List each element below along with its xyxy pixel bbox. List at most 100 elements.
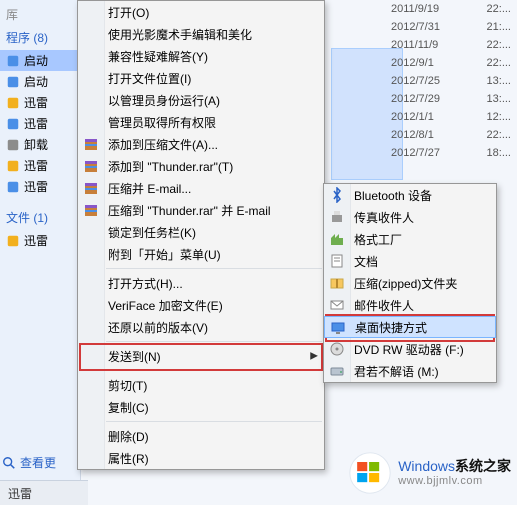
menu-item-label: 压缩(zipped)文件夹 — [354, 275, 457, 292]
fax-icon — [329, 209, 345, 225]
dvd-icon — [329, 341, 345, 357]
file-row[interactable]: 2012/7/2718:... — [391, 144, 511, 162]
menu-item-label: 打开文件位置(I) — [108, 70, 191, 87]
menu-item[interactable]: 附到「开始」菜单(U) — [78, 243, 324, 265]
file-row[interactable]: 2011/9/1922:... — [391, 0, 511, 18]
sendto-item[interactable]: 君若不解语 (M:) — [324, 360, 496, 382]
menu-item[interactable]: 以管理员身份运行(A) — [78, 89, 324, 111]
separator — [106, 341, 322, 342]
menu-item-label: 压缩并 E-mail... — [108, 180, 191, 197]
file-row[interactable]: 2012/9/122:... — [391, 54, 511, 72]
submenu-arrow-icon: ▶ — [310, 351, 318, 362]
docs-icon — [329, 253, 345, 269]
file-row[interactable]: 2012/7/3121:... — [391, 18, 511, 36]
file-row[interactable]: 2012/8/122:... — [391, 126, 511, 144]
zip-icon — [329, 275, 345, 291]
menu-item[interactable]: 属性(R) — [78, 447, 324, 469]
menu-item-label: 打开(O) — [108, 4, 149, 21]
file-row[interactable]: 2012/7/2513:... — [391, 72, 511, 90]
sendto-item[interactable]: 格式工厂 — [324, 228, 496, 250]
windows-logo-icon — [348, 451, 392, 495]
menu-item[interactable]: 压缩到 "Thunder.rar" 并 E-mail — [78, 199, 324, 221]
watermark: Windows系统之家 www.bjjmlv.com — [348, 451, 511, 495]
menu-item-label: VeriFace 加密文件(E) — [108, 297, 223, 314]
menu-item[interactable]: 打开方式(H)... — [78, 272, 324, 294]
watermark-title: Windows系统之家 — [398, 459, 511, 474]
menu-item[interactable]: 打开文件位置(I) — [78, 67, 324, 89]
see-more-results[interactable]: 查看更 — [2, 454, 56, 471]
menu-item[interactable]: 打开(O) — [78, 1, 324, 23]
menu-item-label: 使用光影魔术手编辑和美化 — [108, 26, 252, 43]
sidebar-item-program[interactable]: 迅雷 — [0, 92, 80, 113]
menu-item-label: 添加到 "Thunder.rar"(T) — [108, 158, 233, 175]
menu-item-label: Bluetooth 设备 — [354, 187, 432, 204]
sidebar-item-program[interactable]: 迅雷 — [0, 155, 80, 176]
program-icon — [6, 180, 20, 194]
menu-item-label: 打开方式(H)... — [108, 275, 183, 292]
bluetooth-icon — [329, 187, 345, 203]
menu-item[interactable]: 删除(D) — [78, 425, 324, 447]
menu-item[interactable]: 添加到压缩文件(A)... — [78, 133, 324, 155]
separator — [106, 421, 322, 422]
menu-item[interactable]: 添加到 "Thunder.rar"(T) — [78, 155, 324, 177]
menu-item-label: 复制(C) — [108, 399, 149, 416]
menu-item[interactable]: 兼容性疑难解答(Y) — [78, 45, 324, 67]
menu-item[interactable]: 锁定到任务栏(K) — [78, 221, 324, 243]
desktop-icon — [330, 320, 346, 336]
menu-item[interactable]: 使用光影魔术手编辑和美化 — [78, 23, 324, 45]
file-row[interactable]: 2012/7/2913:... — [391, 90, 511, 108]
menu-item-label: 压缩到 "Thunder.rar" 并 E-mail — [108, 202, 271, 219]
menu-item[interactable]: 压缩并 E-mail... — [78, 177, 324, 199]
sendto-item[interactable]: 桌面快捷方式 — [324, 316, 496, 338]
sidebar-item-program[interactable]: 迅雷 — [0, 176, 80, 197]
sidebar-item-program[interactable]: 启动 — [0, 71, 80, 92]
menu-item[interactable]: VeriFace 加密文件(E) — [78, 294, 324, 316]
mail-icon — [329, 297, 345, 313]
menu-item-label: 还原以前的版本(V) — [108, 319, 208, 336]
sidebar-item-program[interactable]: 迅雷 — [0, 113, 80, 134]
start-menu-results-pane: 厍 程序 (8) 启动启动迅雷迅雷卸载迅雷迅雷 文件 (1) 迅雷 查看更 迅雷 — [0, 0, 81, 505]
menu-item-label: 兼容性疑难解答(Y) — [108, 48, 208, 65]
context-menu: 打开(O) 使用光影魔术手编辑和美化兼容性疑难解答(Y) 打开文件位置(I) 以管理员… — [77, 0, 325, 470]
menu-item[interactable]: 还原以前的版本(V) — [78, 316, 324, 338]
menu-item[interactable]: 复制(C) — [78, 396, 324, 418]
menu-item-label: 文档 — [354, 253, 378, 270]
program-icon — [6, 138, 20, 152]
menu-item-label: 锁定到任务栏(K) — [108, 224, 196, 241]
menu-item-label: 剪切(T) — [108, 377, 147, 394]
menu-item-label: 附到「开始」菜单(U) — [108, 246, 221, 263]
menu-item-label: 传真收件人 — [354, 209, 414, 226]
sendto-item[interactable]: 文档 — [324, 250, 496, 272]
tab-placeholder: 厍 — [0, 4, 80, 25]
sidebar-item-file[interactable]: 迅雷 — [0, 230, 80, 251]
file-row[interactable]: 2011/11/922:... — [391, 36, 511, 54]
menu-item[interactable]: 管理员取得所有权限 — [78, 111, 324, 133]
sendto-item[interactable]: 压缩(zipped)文件夹 — [324, 272, 496, 294]
programs-header: 程序 (8) — [0, 25, 80, 50]
sidebar-item-program[interactable]: 卸载 — [0, 134, 80, 155]
menu-item-label: 管理员取得所有权限 — [108, 114, 216, 131]
sendto-submenu: Bluetooth 设备传真收件人格式工厂文档压缩(zipped)文件夹邮件收件… — [323, 183, 497, 383]
file-row[interactable]: 2012/1/112:... — [391, 108, 511, 126]
sendto-item[interactable]: Bluetooth 设备 — [324, 184, 496, 206]
menu-item-label: 君若不解语 (M:) — [354, 363, 439, 380]
separator — [106, 370, 322, 371]
program-icon — [6, 117, 20, 131]
rar-icon — [83, 158, 99, 174]
program-icon — [6, 54, 20, 68]
program-icon — [6, 96, 20, 110]
sendto-item[interactable]: DVD RW 驱动器 (F:) — [324, 338, 496, 360]
program-icon — [6, 75, 20, 89]
menu-item[interactable]: 发送到(N) ▶ — [78, 345, 324, 367]
sendto-item[interactable]: 传真收件人 — [324, 206, 496, 228]
menu-item-label: 格式工厂 — [354, 231, 402, 248]
menu-item-label: 邮件收件人 — [354, 297, 414, 314]
menu-item-label: 发送到(N) — [108, 348, 161, 365]
menu-item-label: 以管理员身份运行(A) — [108, 92, 220, 109]
search-box[interactable]: 迅雷 — [0, 480, 88, 505]
sidebar-item-program[interactable]: 启动 — [0, 50, 80, 71]
sendto-item[interactable]: 邮件收件人 — [324, 294, 496, 316]
menu-item[interactable]: 剪切(T) — [78, 374, 324, 396]
menu-item-label: 删除(D) — [108, 428, 149, 445]
rar-icon — [83, 136, 99, 152]
